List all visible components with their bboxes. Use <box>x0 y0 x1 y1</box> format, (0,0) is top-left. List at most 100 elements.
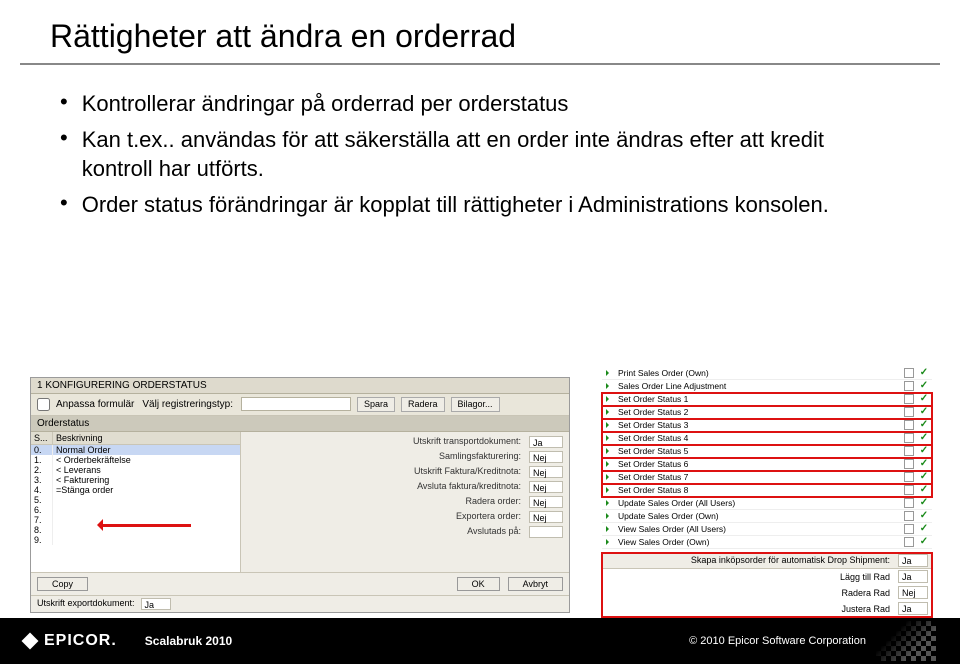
permission-list: Print Sales Order (Own)✓Sales Order Line… <box>602 367 932 549</box>
setting-label: Utskrift Faktura/Kreditnota: <box>247 466 521 478</box>
setting-label: Avslutads på: <box>247 526 521 538</box>
setting-value: Nej <box>529 466 563 478</box>
list-row[interactable]: 3.< Fakturering <box>31 475 240 485</box>
setting-label: Samlingsfakturering: <box>247 451 521 463</box>
check-icon: ✓ <box>918 367 930 378</box>
expand-icon <box>604 446 614 456</box>
checkbox[interactable] <box>904 472 914 482</box>
rb2-header: Skapa inköpsorder för automatisk Drop Sh… <box>606 555 890 565</box>
bilagor-button[interactable]: Bilagor... <box>451 397 500 412</box>
row-perm-label: Justera Rad <box>606 604 890 614</box>
checkbox[interactable] <box>904 433 914 443</box>
bullet-2: Kan t.ex.. användas för att säkerställa … <box>82 125 900 184</box>
checkbox[interactable] <box>904 511 914 521</box>
permission-row[interactable]: Print Sales Order (Own)✓ <box>602 367 932 380</box>
foot-value: Ja <box>141 598 171 610</box>
permission-row[interactable]: View Sales Order (Own)✓ <box>602 536 932 549</box>
list-row[interactable]: 5. <box>31 495 240 505</box>
checkbox[interactable] <box>904 459 914 469</box>
expand-icon <box>604 433 614 443</box>
expand-icon <box>604 368 614 378</box>
check-icon: ✓ <box>918 497 930 508</box>
registreringstyp-field[interactable] <box>241 397 351 411</box>
expand-icon <box>604 524 614 534</box>
checkbox[interactable] <box>904 394 914 404</box>
bullet-3: Order status förändringar är kopplat til… <box>82 190 829 220</box>
checkbox[interactable] <box>904 524 914 534</box>
checkbox[interactable] <box>904 407 914 417</box>
expand-icon <box>604 394 614 404</box>
permission-row[interactable]: Set Order Status 5✓ <box>602 445 932 458</box>
expand-icon <box>604 498 614 508</box>
rb2-header-value: Ja <box>898 554 928 567</box>
setting-label: Utskrift transportdokument: <box>247 436 521 448</box>
col-beskrivning: Beskrivning <box>53 432 240 444</box>
check-icon: ✓ <box>918 445 930 456</box>
expand-icon <box>604 459 614 469</box>
checkbox[interactable] <box>904 485 914 495</box>
setting-value: Nej <box>529 496 563 508</box>
list-row[interactable]: 6. <box>31 505 240 515</box>
setting-value: Nej <box>529 451 563 463</box>
slide-footer: EPICOR. Scalabruk 2010 © 2010 Epicor Sof… <box>0 618 960 664</box>
permission-row[interactable]: Set Order Status 4✓ <box>602 432 932 445</box>
foot-label: Utskrift exportdokument: <box>37 598 135 610</box>
list-row[interactable]: 9. <box>31 535 240 545</box>
row-permission-block: Skapa inköpsorder för automatisk Drop Sh… <box>602 553 932 617</box>
checkbox[interactable] <box>904 537 914 547</box>
setting-value: Ja <box>529 436 563 448</box>
list-row[interactable]: 2.< Leverans <box>31 465 240 475</box>
epicor-logo: EPICOR. <box>24 632 117 650</box>
footer-event: Scalabruk 2010 <box>145 634 232 648</box>
footer-checker-icon <box>876 621 936 661</box>
list-row[interactable]: 4.=Stänga order <box>31 485 240 495</box>
permission-row[interactable]: Update Sales Order (All Users)✓ <box>602 497 932 510</box>
check-icon: ✓ <box>918 393 930 404</box>
setting-value: Nej <box>529 481 563 493</box>
checkbox[interactable] <box>904 381 914 391</box>
permission-row[interactable]: Sales Order Line Adjustment✓ <box>602 380 932 393</box>
expand-icon <box>604 381 614 391</box>
dialog-subheader: Orderstatus <box>31 416 569 432</box>
permission-row[interactable]: Set Order Status 7✓ <box>602 471 932 484</box>
dialog-title: 1 KONFIGURERING ORDERSTATUS <box>31 378 569 394</box>
copy-button[interactable]: Copy <box>37 577 88 591</box>
ok-button[interactable]: OK <box>457 577 500 591</box>
list-row[interactable]: 1.< Orderbekräftelse <box>31 455 240 465</box>
expand-icon <box>604 407 614 417</box>
row-perm-value: Ja <box>898 570 928 583</box>
permission-row[interactable]: Set Order Status 1✓ <box>602 393 932 406</box>
check-icon: ✓ <box>918 536 930 547</box>
anpassa-label: Anpassa formulär <box>56 399 134 410</box>
permission-row[interactable]: Set Order Status 2✓ <box>602 406 932 419</box>
annotation-arrow <box>91 520 201 530</box>
setting-label: Radera order: <box>247 496 521 508</box>
row-perm-label: Lägg till Rad <box>606 572 890 582</box>
check-icon: ✓ <box>918 484 930 495</box>
anpassa-checkbox[interactable] <box>37 398 50 411</box>
checkbox[interactable] <box>904 368 914 378</box>
footer-copyright: © 2010 Epicor Software Corporation <box>689 635 866 647</box>
expand-icon <box>604 420 614 430</box>
check-icon: ✓ <box>918 458 930 469</box>
spara-button[interactable]: Spara <box>357 397 395 412</box>
bullets: Kontrollerar ändringar på orderrad per o… <box>0 65 960 351</box>
expand-icon <box>604 537 614 547</box>
checkbox[interactable] <box>904 498 914 508</box>
check-icon: ✓ <box>918 406 930 417</box>
radera-button[interactable]: Radera <box>401 397 445 412</box>
status-list[interactable]: S... Beskrivning 0.Normal Order1.< Order… <box>31 432 241 572</box>
dialog-settings: Utskrift transportdokument: Ja Samlingsfak… <box>241 432 569 572</box>
valj-label: Välj registreringstyp: <box>142 399 233 410</box>
checkbox[interactable] <box>904 446 914 456</box>
permission-row[interactable]: Set Order Status 3✓ <box>602 419 932 432</box>
permission-row[interactable]: Update Sales Order (Own)✓ <box>602 510 932 523</box>
permission-row[interactable]: Set Order Status 6✓ <box>602 458 932 471</box>
list-row[interactable]: 0.Normal Order <box>31 445 240 455</box>
checkbox[interactable] <box>904 420 914 430</box>
avbryt-button[interactable]: Avbryt <box>508 577 563 591</box>
permission-row[interactable]: View Sales Order (All Users)✓ <box>602 523 932 536</box>
setting-label: Exportera order: <box>247 511 521 523</box>
permission-row[interactable]: Set Order Status 8✓ <box>602 484 932 497</box>
expand-icon <box>604 472 614 482</box>
